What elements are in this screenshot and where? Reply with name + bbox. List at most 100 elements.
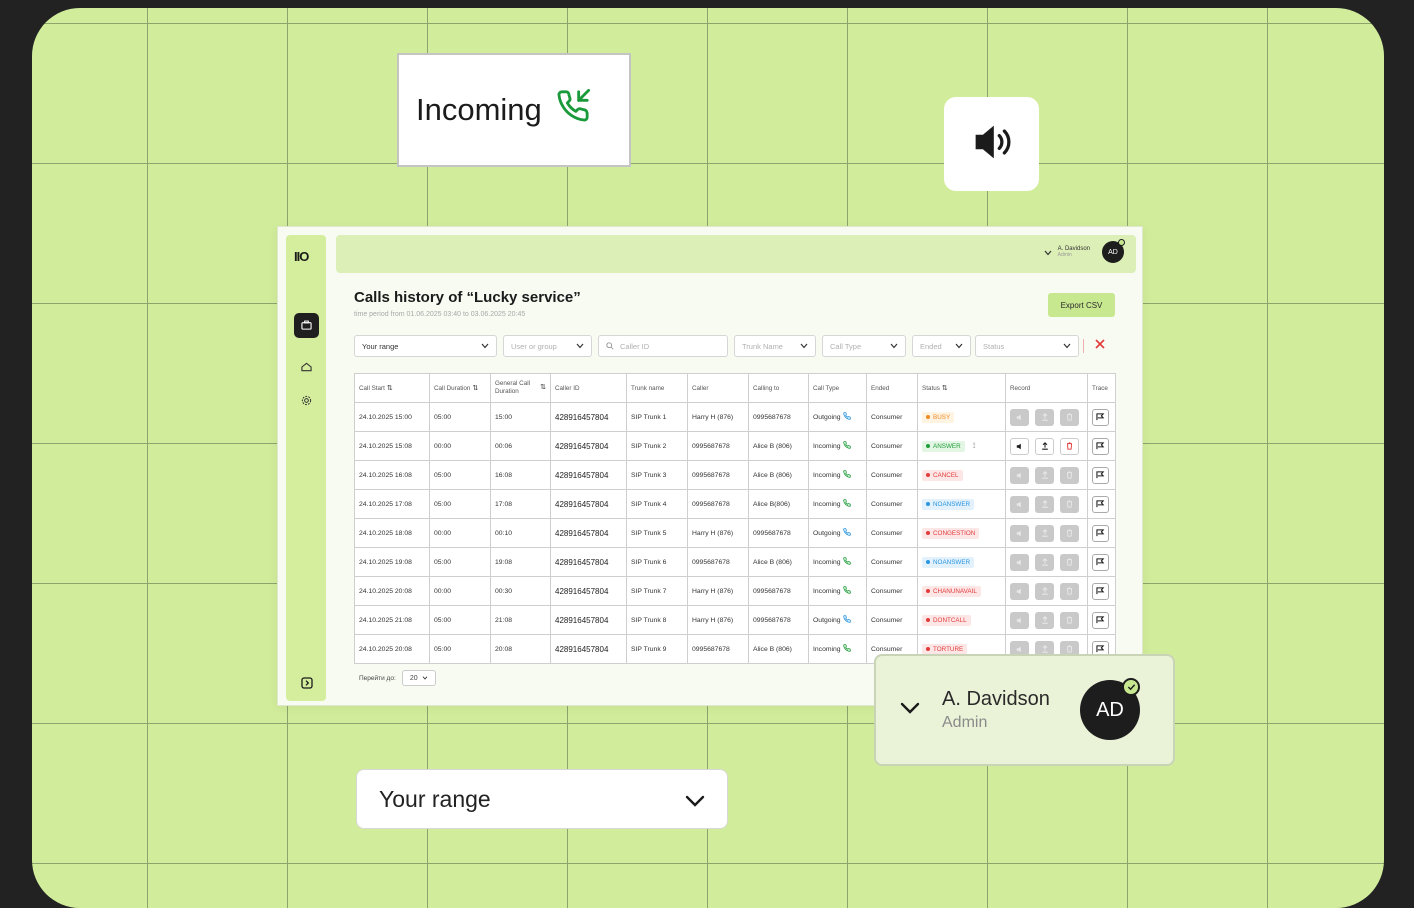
col-ended: Ended [866,373,918,403]
phone-icon [842,412,851,422]
trace-button[interactable] [1092,524,1109,542]
search-icon [606,342,614,350]
delete-record-button[interactable] [1060,611,1079,629]
cell-calling-to: 0995687678 [748,518,809,548]
cell-call-start: 24.10.2025 15:00 [354,402,430,432]
collapse-icon [300,676,313,694]
cell-general-duration: 00:30 [490,576,551,606]
table-row[interactable]: 24.10.2025 19:08 05:00 19:08 428916457804 SI… [354,547,1116,577]
cell-calling-to: Alice B (806) [748,460,809,490]
download-record-button[interactable] [1035,466,1054,484]
trace-button[interactable] [1092,408,1109,426]
table-row[interactable]: 24.10.2025 16:08 05:00 16:08 428916457804 SI… [354,460,1116,490]
status-badge: NOANSWER [922,556,975,568]
caller-id-input[interactable]: Caller ID [598,335,728,357]
trace-button[interactable] [1092,553,1109,571]
col-call-start[interactable]: Call Start ⇅ [354,373,430,403]
table-row[interactable]: 24.10.2025 18:08 00:00 00:10 428916457804 SI… [354,518,1116,548]
delete-record-button[interactable] [1060,495,1079,513]
trunk-name-select[interactable]: Trunk Name [734,335,816,357]
delete-record-button[interactable] [1060,408,1079,426]
user-profile-card[interactable]: A. Davidson Admin AD [874,654,1175,766]
download-record-button[interactable] [1035,553,1054,571]
cell-trace [1087,489,1116,519]
phone-icon [842,586,851,596]
speaker-volume-icon [970,122,1014,167]
col-status[interactable]: Status ⇅ [917,373,1006,403]
cell-status: CHANUNAVAIL [917,576,1006,606]
cell-call-type: Incoming [808,634,867,664]
sidebar-item-briefcase[interactable] [294,313,319,338]
ended-label: Ended [920,341,942,351]
col-calling-to: Calling to [748,373,809,403]
cell-calling-to: 0995687678 [748,402,809,432]
chevron-down-icon [955,343,963,349]
play-record-button[interactable] [1010,524,1029,542]
play-record-button[interactable] [1010,466,1029,484]
sidebar-item-settings[interactable] [294,389,319,414]
delete-record-button[interactable] [1060,437,1079,455]
page-size-value: 20 [409,674,418,682]
cell-caller-id: 428916457804 [550,634,627,664]
cell-record [1005,576,1088,606]
page-size-select[interactable]: 20 [401,670,436,686]
trace-button[interactable] [1092,466,1109,484]
play-record-button[interactable] [1010,437,1029,455]
cell-ended: Consumer [866,518,918,548]
table-row[interactable]: 24.10.2025 15:08 00:00 00:06 428916457804 SI… [354,431,1116,461]
ended-select[interactable]: Ended [912,335,971,357]
delete-record-button[interactable] [1060,582,1079,600]
delete-record-button[interactable] [1060,553,1079,571]
play-record-button[interactable] [1010,611,1029,629]
phone-incoming-icon [556,89,590,131]
trace-button[interactable] [1092,582,1109,600]
user-card-text: A. Davidson Admin [942,688,1080,732]
cell-record [1005,460,1088,490]
range-select[interactable]: Your range [354,335,497,357]
play-record-button[interactable] [1010,495,1029,513]
download-record-button[interactable] [1035,408,1054,426]
cell-caller-id: 428916457804 [550,518,627,548]
sidebar: IIO [286,235,326,701]
play-record-button[interactable] [1010,408,1029,426]
col-general-duration[interactable]: General Call Duration ⇅ [490,373,551,403]
phone-icon [842,470,851,480]
download-record-button[interactable] [1035,611,1054,629]
status-select[interactable]: Status [975,335,1079,357]
download-record-button[interactable] [1035,524,1054,542]
trace-button[interactable] [1092,437,1109,455]
cell-trunk-name: SIP Trunk 4 [626,489,688,519]
range-select-card[interactable]: Your range [356,769,728,829]
app-logo: IIO [294,249,309,264]
top-user-menu[interactable]: A. Davidson Admin AD [1044,239,1125,263]
call-type-select[interactable]: Call Type [822,335,906,357]
speaker-card[interactable] [944,97,1039,191]
play-record-button[interactable] [1010,553,1029,571]
download-record-button[interactable] [1035,582,1054,600]
cell-trunk-name: SIP Trunk 6 [626,547,688,577]
cell-ended: Consumer [866,402,918,432]
delete-record-button[interactable] [1060,524,1079,542]
table-row[interactable]: 24.10.2025 20:08 00:00 00:30 428916457804 SI… [354,576,1116,606]
sidebar-collapse-button[interactable] [294,672,319,697]
download-record-button[interactable] [1035,495,1054,513]
sidebar-item-home[interactable] [294,355,319,380]
user-role: Admin [942,714,988,731]
cell-call-duration: 05:00 [429,605,491,635]
pager-label: Перейти до: [359,674,396,682]
clear-filters-button[interactable] [1094,338,1106,352]
table-row[interactable]: 24.10.2025 15:00 05:00 15:00 428916457804 SI… [354,402,1116,432]
cell-trace [1087,402,1116,432]
call-type-text: Incoming [813,500,841,508]
cell-status: NOANSWER [917,489,1006,519]
trace-button[interactable] [1092,611,1109,629]
play-record-button[interactable] [1010,582,1029,600]
delete-record-button[interactable] [1060,466,1079,484]
trace-button[interactable] [1092,495,1109,513]
table-row[interactable]: 24.10.2025 17:08 05:00 17:08 428916457804 SI… [354,489,1116,519]
user-group-select[interactable]: User or group [503,335,592,357]
col-call-duration[interactable]: Call Duration ⇅ [429,373,491,403]
export-csv-button[interactable]: Export CSV [1048,293,1115,317]
download-record-button[interactable] [1035,437,1054,455]
table-row[interactable]: 24.10.2025 21:08 05:00 21:08 428916457804 SI… [354,605,1116,635]
